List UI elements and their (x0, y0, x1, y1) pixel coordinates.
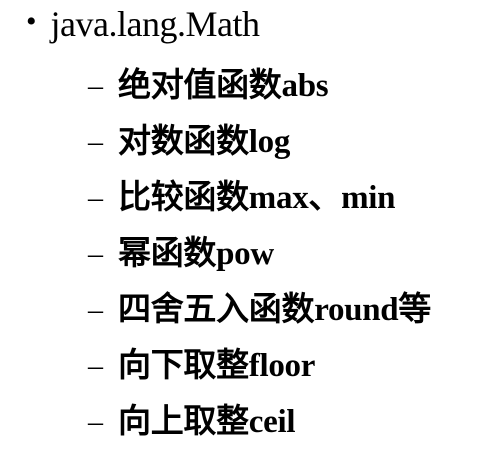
bullet-dot-icon: • (26, 5, 37, 38)
dash-icon: – (88, 125, 103, 158)
dash-icon: – (88, 69, 103, 102)
sub-bullet-item: – 比较函数max、min (88, 170, 431, 226)
slide: • java.lang.Math – 绝对值函数abs – 对数函数log – … (0, 0, 504, 461)
bullet-title: java.lang.Math (50, 4, 260, 44)
sub-bullet-item: – 对数函数log (88, 114, 431, 170)
dash-icon: – (88, 237, 103, 270)
sub-bullet-text: 向下取整floor (118, 347, 316, 384)
dash-icon: – (88, 181, 103, 214)
sub-bullet-text: 对数函数log (118, 123, 291, 160)
sub-bullet-item: – 幂函数pow (88, 226, 431, 282)
dash-icon: – (88, 405, 103, 438)
top-level-bullet: • java.lang.Math (26, 2, 260, 46)
sub-bullet-text: 幂函数pow (118, 235, 274, 272)
sub-bullet-text: 四舍五入函数round等 (118, 291, 432, 328)
sub-bullet-text: 比较函数max、min (118, 179, 396, 216)
sub-bullet-text: 绝对值函数abs (118, 67, 329, 104)
dash-icon: – (88, 349, 103, 382)
sub-bullet-list: – 绝对值函数abs – 对数函数log – 比较函数max、min – 幂函数… (88, 58, 431, 450)
sub-bullet-item: – 四舍五入函数round等 (88, 282, 431, 338)
dash-icon: – (88, 293, 103, 326)
sub-bullet-item: – 向上取整ceil (88, 394, 431, 450)
sub-bullet-item: – 绝对值函数abs (88, 58, 431, 114)
sub-bullet-item: – 向下取整floor (88, 338, 431, 394)
sub-bullet-text: 向上取整ceil (118, 403, 296, 440)
